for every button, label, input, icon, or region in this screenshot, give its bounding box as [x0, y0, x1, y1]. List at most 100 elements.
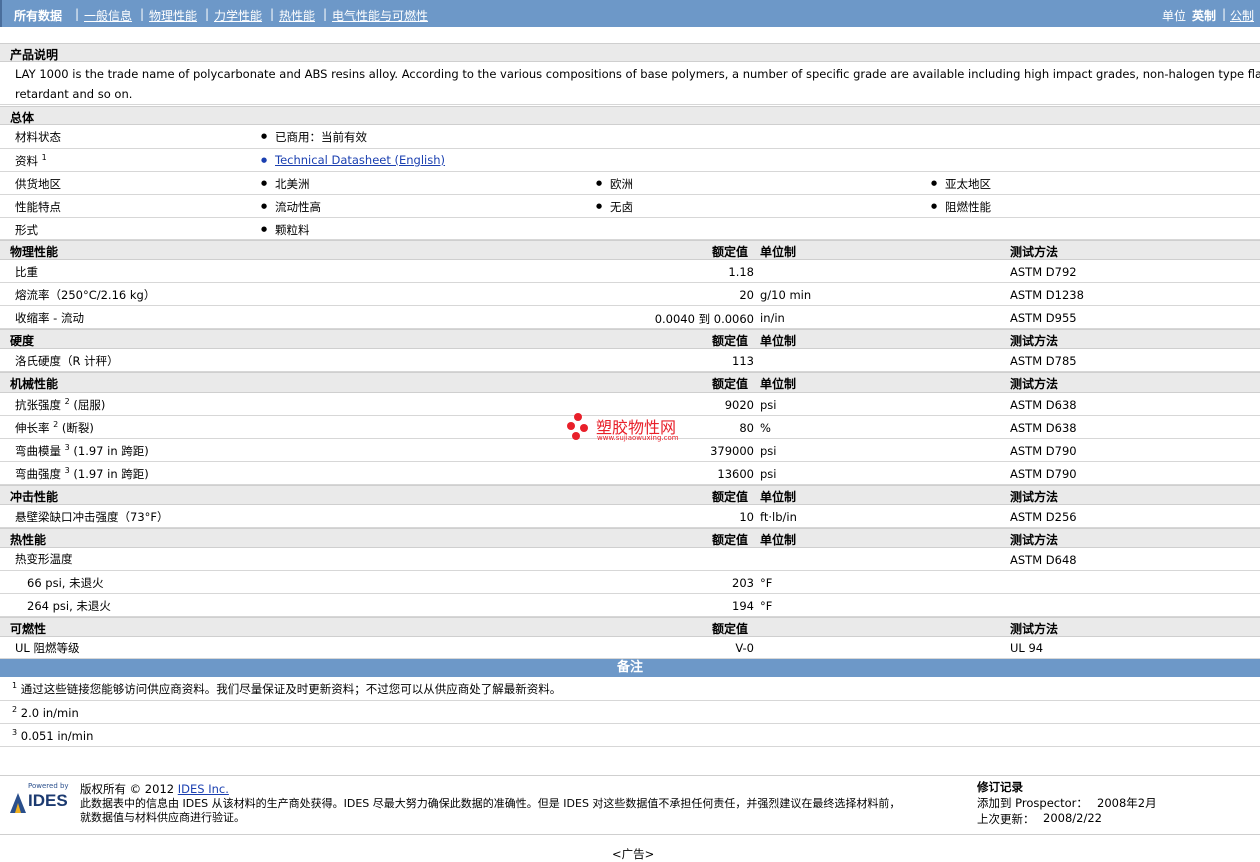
- property-value: 80: [739, 421, 754, 435]
- property-method: UL 94: [1010, 641, 1044, 655]
- property-unit: °F: [760, 599, 773, 613]
- section-title: 硬度: [10, 334, 35, 348]
- row-form: 形式 颗粒料: [0, 218, 1260, 240]
- property-method: ASTM D790: [1010, 444, 1077, 458]
- ides-mark-icon: [10, 793, 26, 813]
- nav-separator: |: [323, 7, 328, 21]
- supply-item: 亚太地区: [931, 176, 991, 192]
- tab-physical[interactable]: 物理性能: [149, 7, 197, 24]
- feature-item: 无卤: [596, 199, 633, 215]
- property-value: 10: [739, 510, 754, 524]
- tab-electrical-flammability[interactable]: 电气性能与可燃性: [332, 7, 428, 24]
- notes-header: 备注: [0, 659, 1260, 677]
- table-row: 比重 1.18 ASTM D792: [0, 260, 1260, 283]
- note-text: 3 0.051 in/min: [12, 728, 93, 743]
- table-row: 熔流率（250°C/2.16 kg） 20 g/10 min ASTM D123…: [0, 283, 1260, 306]
- section-header-mechanical: 机械性能 额定值 单位制 测试方法: [0, 372, 1260, 393]
- product-description-cont: retardant and so on.: [15, 87, 133, 101]
- features-label: 性能特点: [15, 200, 61, 214]
- property-method: ASTM D1238: [1010, 288, 1084, 302]
- property-value: 203: [732, 576, 754, 590]
- section-title: 产品说明: [10, 48, 59, 62]
- tab-mechanical[interactable]: 力学性能: [214, 7, 262, 24]
- property-name: 伸长率 2 (断裂): [15, 420, 94, 436]
- property-unit: psi: [760, 444, 777, 458]
- col-rated: 额定值: [712, 533, 749, 547]
- col-rated: 额定值: [712, 622, 749, 636]
- col-unit: 单位制: [760, 245, 797, 259]
- col-method: 测试方法: [1010, 377, 1059, 391]
- property-name-text: 弯曲强度: [15, 467, 61, 481]
- table-row: UL 阻燃等级 V-0 UL 94: [0, 637, 1260, 659]
- revision-title: 修订记录: [977, 780, 1023, 794]
- footnote-ref: 1: [12, 681, 18, 691]
- property-value: 13600: [717, 467, 754, 481]
- property-method: ASTM D648: [1010, 553, 1077, 567]
- watermark-url: www.sujiaowuxing.com: [597, 434, 679, 442]
- nav-separator: |: [205, 7, 210, 21]
- note-item: 1 通过这些链接您能够访问供应商资料。我们尽量保证及时更新资料；不过您可以从供应…: [0, 677, 1260, 701]
- property-name: 66 psi, 未退火: [27, 576, 104, 590]
- footnote-ref: 2: [64, 397, 70, 407]
- page: 所有数据 | 一般信息 | 物理性能 | 力学性能 | 热性能 | 电气性能与可…: [0, 0, 1260, 862]
- property-unit: psi: [760, 467, 777, 481]
- ides-link[interactable]: IDES Inc.: [178, 782, 229, 796]
- property-name: 弯曲强度 3 (1.97 in 跨距): [15, 466, 149, 482]
- unit-metric[interactable]: 公制: [1230, 7, 1254, 24]
- nav-separator: |: [1222, 7, 1227, 21]
- section-title: 冲击性能: [10, 490, 59, 504]
- section-header-thermal: 热性能 额定值 单位制 测试方法: [0, 528, 1260, 548]
- row-status: 材料状态 已商用：当前有效: [0, 125, 1260, 149]
- property-value: V-0: [735, 641, 754, 655]
- feature-item: 阻燃性能: [931, 199, 991, 215]
- note-item: 3 0.051 in/min: [0, 724, 1260, 747]
- form-label: 形式: [15, 223, 38, 237]
- property-name: 264 psi, 未退火: [27, 599, 111, 613]
- product-description: LAY 1000 is the trade name of polycarbon…: [15, 67, 1260, 81]
- property-value: 379000: [710, 444, 754, 458]
- table-row: 收缩率 - 流动 0.0040 到 0.0060 in/in ASTM D955: [0, 306, 1260, 329]
- property-condition: (1.97 in 跨距): [73, 444, 149, 458]
- property-method: ASTM D785: [1010, 354, 1077, 368]
- supply-item: 北美洲: [261, 176, 309, 192]
- nav-separator: |: [75, 7, 80, 21]
- section-header-physical: 物理性能 额定值 单位制 测试方法: [0, 240, 1260, 260]
- technical-datasheet-link[interactable]: Technical Datasheet (English): [261, 153, 445, 167]
- section-header-flammability: 可燃性 额定值 测试方法: [0, 617, 1260, 637]
- watermark: 塑胶物性网 www.sujiaowuxing.com: [566, 412, 706, 446]
- footnote-ref: 3: [64, 466, 70, 476]
- property-name-text: 弯曲模量: [15, 444, 61, 458]
- ides-logo: Powered by IDES: [8, 782, 72, 816]
- nav-separator: |: [140, 7, 145, 21]
- property-unit: ft·lb/in: [760, 510, 797, 524]
- table-row: 悬壁梁缺口冲击强度（73°F） 10 ft·lb/in ASTM D256: [0, 505, 1260, 528]
- footnote-ref: 3: [12, 728, 18, 737]
- row-documents: 资料 1 Technical Datasheet (English): [0, 149, 1260, 172]
- tab-general[interactable]: 一般信息: [84, 7, 132, 24]
- property-name-text: 抗张强度: [15, 398, 61, 412]
- property-value: 113: [732, 354, 754, 368]
- note-body: 0.051 in/min: [20, 728, 94, 743]
- footnote-ref: 2: [12, 705, 18, 714]
- unit-label: 单位: [1162, 9, 1187, 23]
- property-method: ASTM D955: [1010, 311, 1077, 325]
- col-unit: 单位制: [760, 533, 797, 547]
- property-value: 0.0040 到 0.0060: [654, 312, 754, 326]
- logo-text: IDES: [28, 791, 68, 810]
- section-title: 总体: [10, 111, 35, 125]
- section-title: 物理性能: [10, 245, 59, 259]
- property-name: UL 阻燃等级: [15, 641, 80, 655]
- status-label: 材料状态: [15, 130, 61, 144]
- col-unit: 单位制: [760, 334, 797, 348]
- col-unit: 单位制: [760, 377, 797, 391]
- col-rated: 额定值: [712, 490, 749, 504]
- supply-label: 供货地区: [15, 177, 61, 191]
- powered-by: Powered by: [28, 782, 69, 790]
- property-name: 抗张强度 2 (屈服): [15, 397, 105, 413]
- property-method: ASTM D256: [1010, 510, 1077, 524]
- footnote-ref: 2: [53, 420, 59, 430]
- unit-imperial[interactable]: 英制: [1192, 7, 1216, 24]
- tab-all-data[interactable]: 所有数据: [14, 7, 62, 24]
- footnote-ref: 1: [41, 153, 47, 163]
- tab-thermal[interactable]: 热性能: [279, 7, 315, 24]
